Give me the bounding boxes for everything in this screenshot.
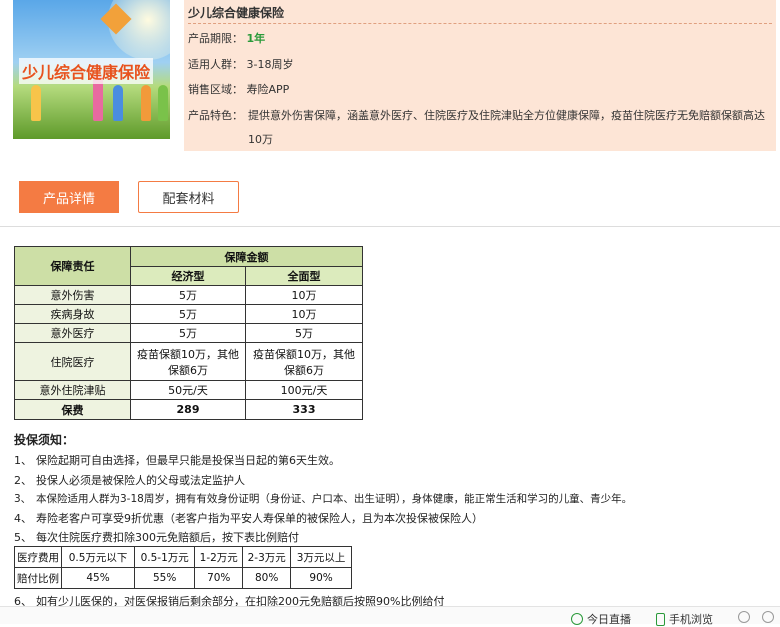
tab-divider: [0, 226, 780, 227]
dashed-divider: [188, 23, 772, 24]
ratio-value: 90%: [290, 567, 352, 589]
mobile-label: 手机浏览: [669, 613, 713, 626]
economy-value: 5万: [130, 323, 246, 343]
note-item: 5、 每次住院医疗费扣除300元免赔额后，按下表比例赔付: [14, 529, 299, 545]
cost-range: 0.5万元以下: [60, 546, 136, 568]
col-amount: 保障金额: [130, 246, 363, 267]
economy-value: 289: [130, 399, 246, 420]
tab-product-detail[interactable]: 产品详情: [19, 181, 119, 213]
note-number: 3、: [14, 493, 32, 505]
col-responsibility: 保障责任: [14, 246, 131, 286]
table-row: 保费 289 333: [14, 399, 363, 420]
product-info-panel: 少儿综合健康保险 产品期限： 1年 适用人群： 3-18周岁 销售区域： 寿险A…: [184, 0, 776, 151]
note-number: 1、: [14, 454, 32, 467]
product-title: 少儿综合健康保险: [188, 6, 285, 20]
refresh-icon: [762, 611, 774, 623]
full-value: 10万: [245, 285, 363, 305]
ratio-table: 医疗费用 0.5万元以下 0.5-1万元 1-2万元 2-3万元 3万元以上 赔…: [14, 546, 352, 589]
full-value: 100元/天: [245, 380, 363, 400]
child-figure: [141, 85, 151, 121]
row-name: 住院医疗: [14, 342, 131, 381]
tab-materials[interactable]: 配套材料: [138, 181, 239, 213]
note-text: 每次住院医疗费扣除300元免赔额后，按下表比例赔付: [36, 531, 299, 544]
region-label: 销售区域：: [188, 83, 243, 96]
age-value: 3-18周岁: [246, 58, 294, 71]
table-row: 医疗费用 0.5万元以下 0.5-1万元 1-2万元 2-3万元 3万元以上: [14, 546, 352, 568]
note-item: 4、 寿险老客户可享受9折优惠（老客户指为平安人寿保单的被保险人，且为本次投保被保…: [14, 510, 483, 526]
note-text: 保险起期可自由选择，但最早只能是投保当日起的第6天生效。: [36, 454, 340, 467]
economy-value: 5万: [130, 304, 246, 324]
coverage-table: 保障责任 保障金额 经济型 全面型 意外伤害 5万 10万 疾病身故 5万 10…: [14, 246, 363, 420]
term-row: 产品期限： 1年: [188, 28, 265, 50]
feature-row: 产品特色： 提供意外伤害保障，涵盖意外医疗、住院医疗及住院津贴全方位健康保障，疫…: [188, 104, 772, 152]
ratio-value: 70%: [194, 567, 244, 589]
cost-range: 0.5-1万元: [134, 546, 196, 568]
term-label: 产品期限：: [188, 32, 243, 45]
note-item: 3、 本保险适用人群为3-18周岁，拥有有效身份证明（身份证、户口本、出生证明），…: [14, 491, 632, 506]
live-label: 今日直播: [587, 613, 631, 626]
clock-icon: [738, 611, 750, 623]
note-text: 投保人必须是被保险人的父母或法定监护人: [36, 474, 245, 487]
full-value: 10万: [245, 304, 363, 324]
note-number: 2、: [14, 474, 32, 487]
term-value: 1年: [246, 32, 266, 45]
note-item: 2、 投保人必须是被保险人的父母或法定监护人: [14, 472, 245, 488]
full-value: 333: [245, 399, 363, 420]
feature-label: 产品特色：: [188, 109, 243, 122]
child-figure: [158, 85, 168, 121]
child-figure: [31, 85, 41, 121]
cost-range: 2-3万元: [242, 546, 292, 568]
full-value: 疫苗保额10万，其他保额6万: [245, 342, 363, 381]
live-button[interactable]: 今日直播: [571, 611, 631, 627]
full-value: 5万: [245, 323, 363, 343]
row-label: 医疗费用: [14, 546, 62, 568]
note-item: 1、 保险起期可自由选择，但最早只能是投保当日起的第6天生效。: [14, 452, 340, 468]
more-button[interactable]: [762, 611, 774, 623]
note-text: 本保险适用人群为3-18周岁，拥有有效身份证明（身份证、户口本、出生证明），身体…: [36, 493, 633, 505]
insurance-notes: 投保须知：: [14, 431, 74, 452]
mobile-browse-button[interactable]: 手机浏览: [656, 611, 713, 627]
row-name: 疾病身故: [14, 304, 131, 324]
table-row: 意外医疗 5万 5万: [14, 323, 363, 343]
region-row: 销售区域： 寿险APP: [188, 79, 289, 101]
economy-value: 疫苗保额10万，其他保额6万: [130, 342, 246, 381]
row-name: 意外医疗: [14, 323, 131, 343]
age-label: 适用人群：: [188, 58, 243, 71]
economy-value: 5万: [130, 285, 246, 305]
phone-icon: [656, 612, 665, 626]
row-name: 意外伤害: [14, 285, 131, 305]
cost-range: 1-2万元: [194, 546, 244, 568]
ratio-value: 55%: [134, 567, 196, 589]
age-row: 适用人群： 3-18周岁: [188, 54, 293, 76]
ratio-value: 80%: [242, 567, 292, 589]
col-economy: 经济型: [130, 266, 246, 286]
table-row: 住院医疗 疫苗保额10万，其他保额6万 疫苗保额10万，其他保额6万: [14, 342, 363, 381]
note-number: 4、: [14, 512, 32, 525]
browser-status-bar: 今日直播 手机浏览: [0, 606, 780, 627]
note-number: 5、: [14, 531, 32, 544]
feature-value: 提供意外伤害保障，涵盖意外医疗、住院医疗及住院津贴全方位健康保障，疫苗住院医疗无…: [248, 109, 765, 146]
table-row: 意外住院津贴 50元/天 100元/天: [14, 380, 363, 400]
note-text: 寿险老客户可享受9折优惠（老客户指为平安人寿保单的被保险人，且为本次投保被保险人…: [36, 512, 483, 525]
product-image: 少儿综合健康保险: [13, 0, 170, 139]
economy-value: 50元/天: [130, 380, 246, 400]
table-row: 疾病身故 5万 10万: [14, 304, 363, 324]
row-name: 保费: [14, 399, 131, 420]
table-row: 赔付比例 45% 55% 70% 80% 90%: [14, 567, 352, 589]
cost-range: 3万元以上: [290, 546, 352, 568]
notes-title: 投保须知：: [14, 433, 75, 447]
image-caption: 少儿综合健康保险: [19, 58, 154, 84]
ratio-value: 45%: [60, 567, 136, 589]
history-button[interactable]: [738, 611, 750, 623]
col-full: 全面型: [245, 266, 363, 286]
table-row: 意外伤害 5万 10万: [14, 285, 363, 305]
child-figure: [113, 85, 123, 121]
row-name: 意外住院津贴: [14, 380, 131, 400]
play-icon: [571, 613, 583, 625]
region-value: 寿险APP: [246, 83, 290, 96]
row-label: 赔付比例: [14, 567, 62, 589]
